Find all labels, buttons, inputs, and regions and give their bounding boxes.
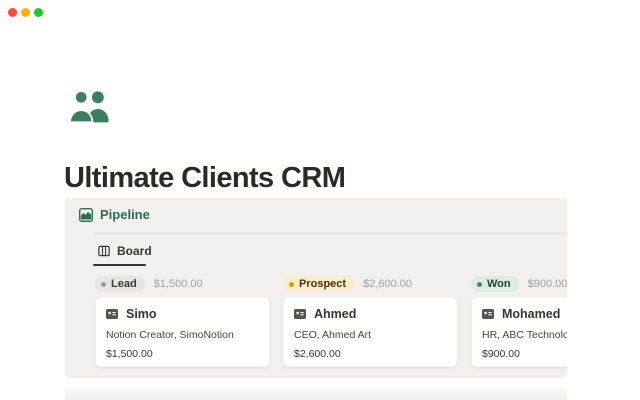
header-divider — [93, 233, 567, 234]
client-name: Ahmed — [314, 307, 356, 321]
status-badge[interactable]: Prospect — [283, 276, 354, 292]
board-icon — [98, 245, 110, 257]
column-header: Lead $1,500.00 — [95, 275, 270, 293]
status-badge[interactable]: Won — [471, 276, 519, 292]
status-label: Won — [487, 278, 511, 290]
column-total: $1,500.00 — [154, 278, 203, 290]
close-window-icon[interactable] — [8, 8, 17, 17]
window-controls — [8, 8, 43, 17]
column-total: $2,600.00 — [363, 278, 412, 290]
area-chart-icon — [79, 208, 93, 222]
column-header: Won $900.00 — [471, 275, 567, 293]
status-badge[interactable]: Lead — [95, 276, 145, 292]
status-dot-icon — [289, 282, 294, 287]
contact-card-icon — [482, 309, 494, 319]
minimize-window-icon[interactable] — [21, 8, 30, 17]
zoom-window-icon[interactable] — [34, 8, 43, 17]
tab-board-label: Board — [117, 244, 152, 258]
active-tab-indicator — [93, 264, 146, 266]
status-label: Lead — [111, 278, 137, 290]
client-name: Simo — [126, 307, 157, 321]
client-amount: $2,600.00 — [294, 348, 447, 360]
client-role: Notion Creator, SimoNotion — [106, 329, 259, 341]
status-label: Prospect — [299, 278, 346, 290]
pipeline-section: Pipeline Board Lead $1,500.00 — [65, 198, 567, 378]
column-total: $900.00 — [528, 278, 567, 290]
tab-board[interactable]: Board — [98, 244, 152, 258]
client-amount: $1,500.00 — [106, 348, 259, 360]
client-card[interactable]: Ahmed CEO, Ahmed Art $2,600.00 — [283, 297, 458, 367]
pipeline-title[interactable]: Pipeline — [100, 207, 150, 222]
board-columns: Lead $1,500.00 Simo Notio — [95, 275, 567, 367]
client-card[interactable]: Simo Notion Creator, SimoNotion $1,500.0… — [95, 297, 270, 367]
board-column-lead: Lead $1,500.00 Simo Notio — [95, 275, 270, 367]
board-column-won: Won $900.00 Mohamed HR, A — [471, 275, 567, 367]
pipeline-header: Pipeline — [79, 207, 150, 222]
client-card[interactable]: Mohamed HR, ABC Technology $900.00 — [471, 297, 567, 367]
contact-card-icon — [106, 309, 118, 319]
page-title: Ultimate Clients CRM — [64, 162, 345, 195]
client-amount: $900.00 — [482, 348, 567, 360]
status-dot-icon — [101, 282, 106, 287]
contact-card-icon — [294, 309, 306, 319]
two-people-icon[interactable] — [67, 87, 113, 129]
client-name: Mohamed — [502, 307, 560, 321]
board-column-prospect: Prospect $2,600.00 Ahmed — [283, 275, 458, 367]
next-section-edge — [65, 387, 567, 400]
client-role: HR, ABC Technology — [482, 329, 567, 341]
column-header: Prospect $2,600.00 — [283, 275, 458, 293]
status-dot-icon — [477, 282, 482, 287]
client-role: CEO, Ahmed Art — [294, 329, 447, 341]
